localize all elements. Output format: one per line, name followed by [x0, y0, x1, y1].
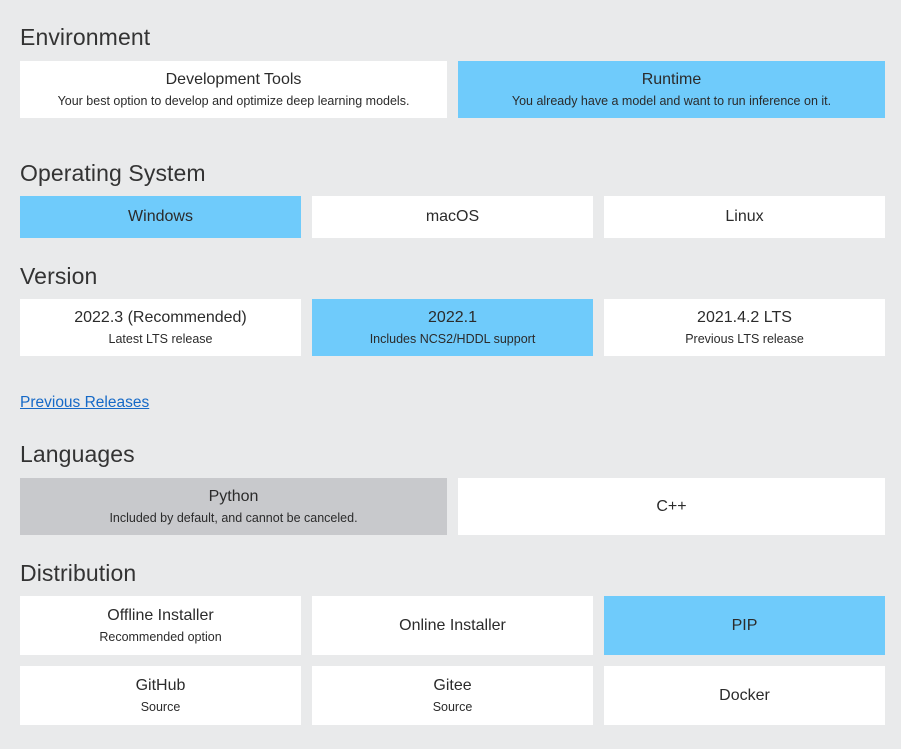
- option-gitee[interactable]: Gitee Source: [312, 666, 593, 725]
- languages-options: Python Included by default, and cannot b…: [20, 478, 885, 535]
- option-version-2022-1[interactable]: 2022.1 Includes NCS2/HDDL support: [312, 299, 593, 356]
- option-title: Gitee: [433, 676, 472, 694]
- option-title: Online Installer: [399, 616, 506, 634]
- operating-system-options: Windows macOS Linux: [20, 196, 885, 238]
- option-title: Runtime: [641, 70, 702, 88]
- section-title-distribution: Distribution: [20, 560, 137, 586]
- option-subtitle: You already have a model and want to run…: [511, 93, 832, 108]
- option-windows[interactable]: Windows: [20, 196, 301, 238]
- option-title: 2022.3 (Recommended): [74, 308, 247, 326]
- section-title-environment: Environment: [20, 24, 151, 50]
- option-title: 2022.1: [428, 308, 477, 326]
- option-subtitle: Included by default, and cannot be cance…: [109, 510, 358, 525]
- option-subtitle: Source: [140, 699, 181, 714]
- option-title: C++: [656, 497, 687, 515]
- option-python: Python Included by default, and cannot b…: [20, 478, 447, 535]
- download-selector-page: Environment Development Tools Your best …: [0, 0, 901, 749]
- option-subtitle: Latest LTS release: [108, 331, 213, 346]
- option-title: 2021.4.2 LTS: [697, 308, 792, 326]
- option-subtitle: Source: [432, 699, 473, 714]
- option-online-installer[interactable]: Online Installer: [312, 596, 593, 655]
- option-title: Offline Installer: [107, 606, 214, 624]
- option-github[interactable]: GitHub Source: [20, 666, 301, 725]
- version-options: 2022.3 (Recommended) Latest LTS release …: [20, 299, 885, 356]
- option-macos[interactable]: macOS: [312, 196, 593, 238]
- option-title: GitHub: [135, 676, 186, 694]
- option-title: PIP: [731, 616, 758, 634]
- option-linux[interactable]: Linux: [604, 196, 885, 238]
- option-title: macOS: [425, 208, 480, 225]
- section-title-version: Version: [20, 263, 98, 289]
- option-version-2021-4-2-lts[interactable]: 2021.4.2 LTS Previous LTS release: [604, 299, 885, 356]
- option-pip[interactable]: PIP: [604, 596, 885, 655]
- option-runtime[interactable]: Runtime You already have a model and wan…: [458, 61, 885, 118]
- distribution-options: Offline Installer Recommended option Onl…: [20, 596, 885, 725]
- section-title-operating-system: Operating System: [20, 160, 206, 186]
- option-title: Docker: [719, 686, 770, 704]
- section-title-languages: Languages: [20, 441, 135, 467]
- option-docker[interactable]: Docker: [604, 666, 885, 725]
- option-title: Python: [208, 487, 259, 505]
- option-title: Linux: [725, 208, 764, 225]
- option-subtitle: Includes NCS2/HDDL support: [369, 331, 536, 346]
- option-subtitle: Your best option to develop and optimize…: [57, 93, 410, 108]
- option-subtitle: Recommended option: [99, 629, 222, 644]
- option-offline-installer[interactable]: Offline Installer Recommended option: [20, 596, 301, 655]
- option-title: Development Tools: [165, 70, 302, 88]
- environment-options: Development Tools Your best option to de…: [20, 61, 885, 118]
- option-title: Windows: [128, 208, 193, 225]
- option-development-tools[interactable]: Development Tools Your best option to de…: [20, 61, 447, 118]
- previous-releases-link[interactable]: Previous Releases: [20, 394, 149, 412]
- option-subtitle: Previous LTS release: [685, 331, 804, 346]
- option-version-2022-3[interactable]: 2022.3 (Recommended) Latest LTS release: [20, 299, 301, 356]
- option-cpp[interactable]: C++: [458, 478, 885, 535]
